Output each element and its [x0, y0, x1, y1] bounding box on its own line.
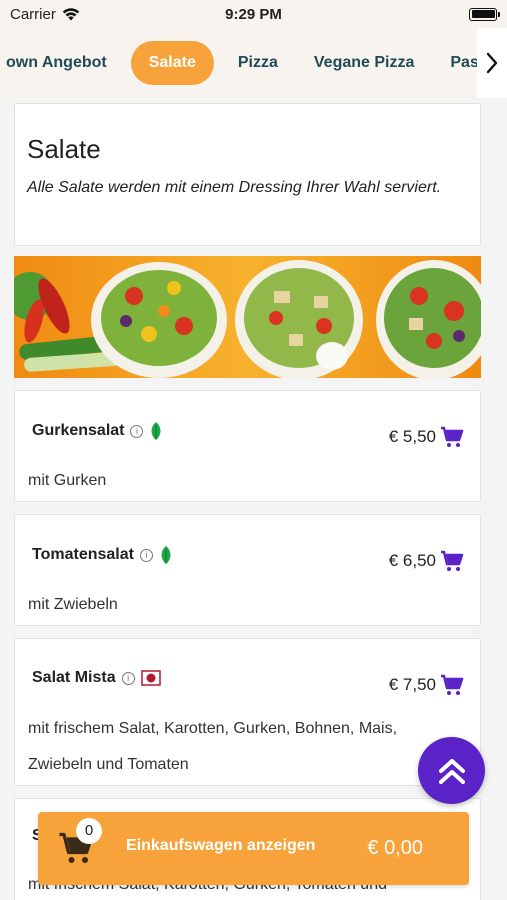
salad-illustration	[14, 260, 481, 378]
flag-icon	[140, 670, 161, 686]
menu-item-card[interactable]: Tomatensalat i mit Zwiebeln € 6,50	[14, 514, 481, 626]
cart-label: Einkaufswagen anzeigen	[126, 837, 316, 854]
view-cart-button[interactable]: 0 Einkaufswagen anzeigen € 0,00	[38, 812, 469, 885]
item-price: € 7,50	[388, 675, 436, 694]
battery-icon	[469, 7, 500, 21]
menu-item-card[interactable]: Salat Mista i mit frischem Salat, Karott…	[14, 638, 481, 786]
add-to-cart-icon[interactable]	[440, 549, 464, 573]
item-name: Gurkensalat	[32, 422, 125, 439]
tab-vegane-pizza[interactable]: Vegane Pizza	[296, 41, 433, 85]
add-to-cart-icon[interactable]	[440, 673, 464, 697]
item-name-row: Salat Mista i	[32, 669, 161, 687]
tab-salate[interactable]: Salate	[130, 41, 214, 85]
item-name-row: Gurkensalat i	[32, 421, 163, 441]
wifi-icon	[62, 7, 80, 20]
info-icon[interactable]: i	[121, 671, 135, 685]
double-chevron-up-icon	[438, 758, 465, 784]
add-to-cart-icon[interactable]	[440, 425, 464, 449]
item-name: Tomatensalat	[32, 546, 134, 563]
section-description: Alle Salate werden mit einem Dressing Ih…	[27, 179, 442, 196]
chevron-right-icon	[486, 52, 498, 74]
item-price: € 5,50	[388, 427, 436, 446]
item-name-row: Tomatensalat i	[32, 545, 173, 565]
tab-angebot[interactable]: own Angebot	[0, 41, 125, 85]
leaf-icon	[151, 422, 161, 440]
scroll-to-top-button[interactable]	[418, 737, 485, 804]
item-description: mit Gurken	[28, 472, 107, 489]
status-bar: Carrier 9:29 PM	[0, 0, 507, 28]
category-tabs: own Angebot Salate Pizza Vegane Pizza Pa…	[0, 28, 507, 98]
salad-banner-image	[14, 256, 481, 378]
carrier-label: Carrier	[10, 5, 56, 23]
status-left: Carrier	[10, 6, 80, 23]
item-price: € 6,50	[388, 551, 436, 570]
section-title: Salate	[27, 134, 101, 164]
info-icon[interactable]: i	[139, 548, 153, 562]
item-name: Salat Mista	[32, 669, 116, 686]
info-icon[interactable]: i	[130, 424, 144, 438]
tab-pizza[interactable]: Pizza	[220, 41, 296, 85]
leaf-icon	[161, 546, 171, 564]
category-tabs-track: own Angebot Salate Pizza Vegane Pizza Pa…	[0, 41, 507, 85]
item-price-row[interactable]: € 6,50	[389, 549, 464, 573]
cart-total: € 0,00	[367, 837, 423, 859]
item-price-row[interactable]: € 7,50	[389, 673, 464, 697]
tabs-scroll-right-button[interactable]	[477, 28, 507, 98]
section-header-card: Salate Alle Salate werden mit einem Dres…	[14, 103, 481, 246]
item-description: mit frischem Salat, Karotten, Gurken, Bo…	[28, 720, 398, 773]
menu-item-card[interactable]: Gurkensalat i mit Gurken € 5,50	[14, 390, 481, 502]
item-price-row[interactable]: € 5,50	[389, 425, 464, 449]
cart-count-badge: 0	[76, 818, 102, 844]
item-description: mit Zwiebeln	[28, 596, 118, 613]
